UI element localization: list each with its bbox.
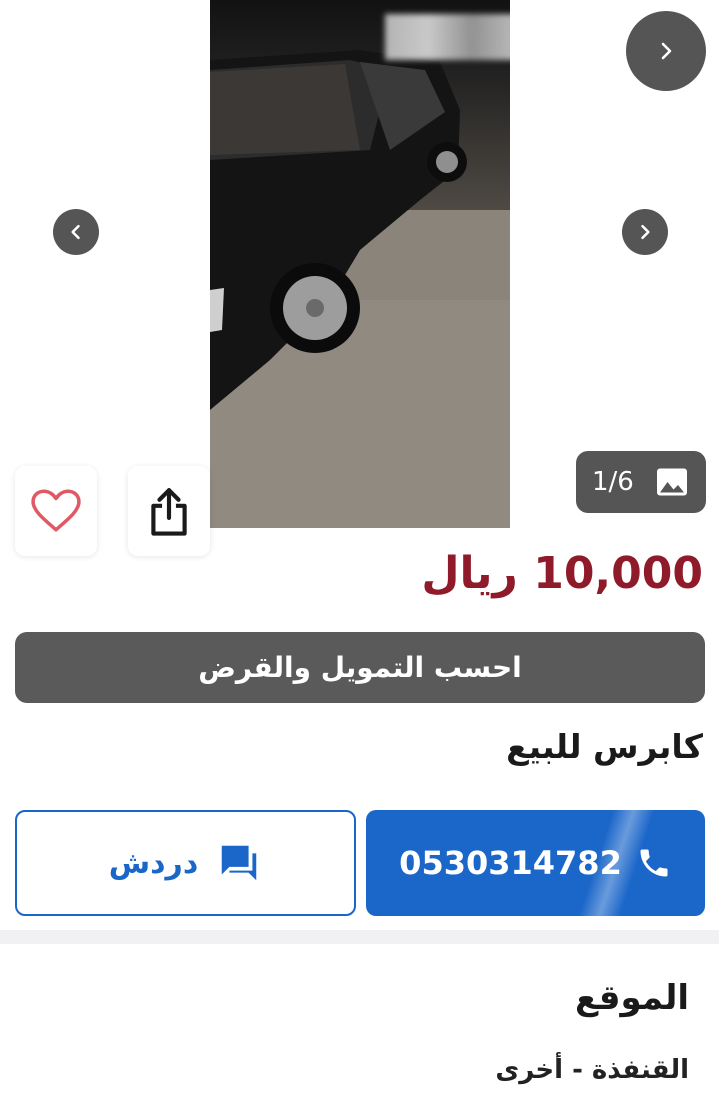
listing-title: كابرس للبيع	[506, 727, 703, 766]
finance-calculator-button[interactable]: احسب التمويل والقرض	[15, 632, 705, 703]
blurred-area	[385, 14, 510, 60]
previous-image-button[interactable]	[53, 209, 99, 255]
section-divider	[0, 930, 719, 944]
call-button[interactable]: 0530314782	[366, 810, 705, 916]
location-value: القنفذة - أخرى	[495, 1055, 689, 1085]
chat-button[interactable]: دردش	[15, 810, 356, 916]
location-heading: الموقع	[574, 978, 689, 1018]
image-gallery[interactable]: 1/6	[0, 0, 719, 556]
chevron-right-icon	[641, 224, 650, 240]
image-icon	[657, 468, 687, 496]
favorite-button[interactable]	[15, 466, 97, 556]
car-photo-illustration	[210, 50, 510, 528]
share-button[interactable]	[128, 466, 210, 556]
chevron-right-icon	[661, 42, 672, 60]
chat-icon	[221, 845, 257, 881]
share-icon	[151, 488, 187, 536]
image-counter-text: 1/6	[592, 467, 634, 497]
heart-icon	[31, 489, 81, 532]
phone-number: 0530314782	[399, 844, 622, 882]
chat-label: دردش	[108, 845, 199, 881]
price: 10,000 ريال	[421, 548, 703, 599]
phone-icon	[640, 849, 668, 877]
image-counter[interactable]: 1/6	[576, 451, 706, 513]
next-image-button-middle[interactable]	[622, 209, 668, 255]
chevron-left-icon	[71, 224, 80, 240]
next-image-button[interactable]	[626, 11, 706, 91]
car-photo[interactable]	[210, 0, 510, 528]
